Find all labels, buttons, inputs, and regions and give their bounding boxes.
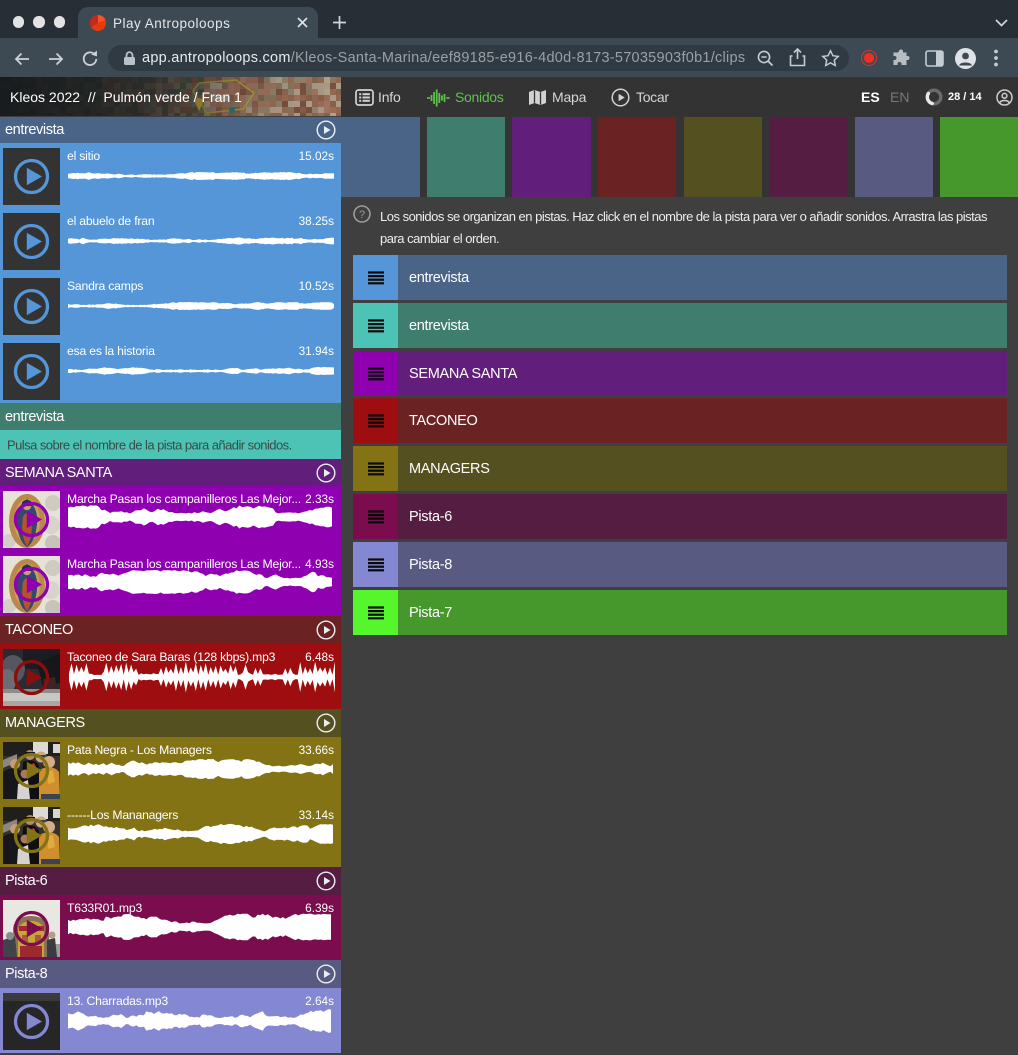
svg-text:?: ?	[359, 209, 365, 221]
